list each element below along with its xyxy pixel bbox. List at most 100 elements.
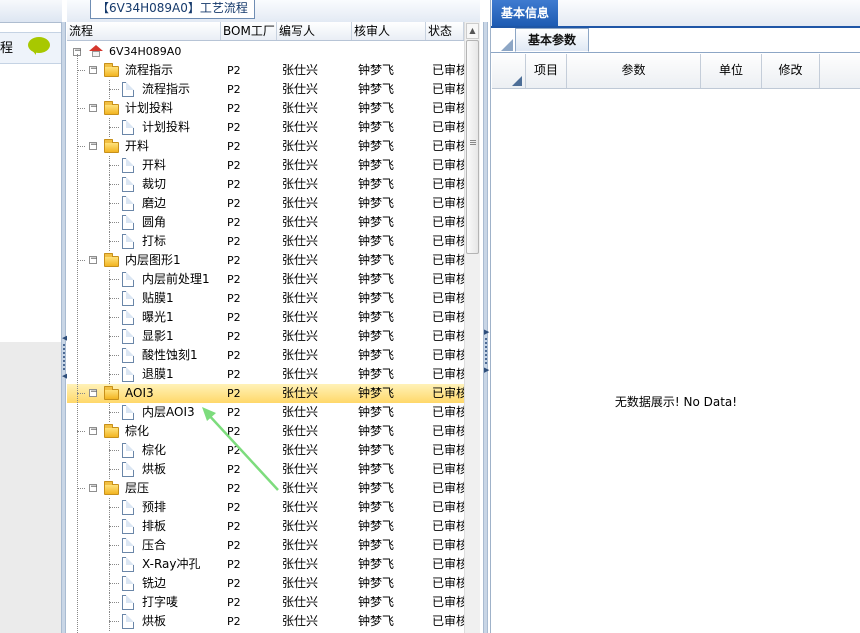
tree-node-label: 打字唛 [142, 595, 179, 609]
table-row[interactable]: 内层AOI3 P2 张仕兴 钟梦飞 已审核 [67, 403, 464, 422]
cell-bom-factory: P2 [227, 102, 241, 115]
process-panel-title[interactable]: 【6V34H089A0】工艺流程 [90, 0, 255, 19]
table-row[interactable]: 棕化 P2 张仕兴 钟梦飞 已审核 [67, 441, 464, 460]
cell-writer: 张仕兴 [282, 386, 319, 400]
chat-bubble-icon[interactable] [28, 37, 50, 55]
table-row[interactable]: 排板 P2 张仕兴 钟梦飞 已审核 [67, 517, 464, 536]
table-row[interactable]: X-Ray冲孔 P2 张仕兴 钟梦飞 已审核 [67, 555, 464, 574]
column-header-process[interactable]: 流程 [67, 22, 221, 40]
tab-basic-info[interactable]: 基本信息 [492, 0, 558, 26]
table-row[interactable]: 磨边 P2 张仕兴 钟梦飞 已审核 [67, 194, 464, 213]
tree-connector [77, 260, 85, 261]
table-row[interactable]: 曝光1 P2 张仕兴 钟梦飞 已审核 [67, 308, 464, 327]
table-row[interactable]: − 开料 P2 张仕兴 钟梦飞 已审核 [67, 137, 464, 156]
column-header-status[interactable]: 状态 [426, 22, 464, 40]
table-row[interactable]: 铣边 P2 张仕兴 钟梦飞 已审核 [67, 574, 464, 593]
tree-connector [109, 602, 119, 603]
table-row[interactable]: 预排 P2 张仕兴 钟梦飞 已审核 [67, 498, 464, 517]
column-header-item[interactable]: 项目 [526, 54, 567, 88]
tree-node-label: X-Ray冲孔 [142, 557, 201, 571]
cell-status: 已审核 [432, 443, 464, 457]
cell-reviewer: 钟梦飞 [358, 272, 395, 286]
tree-vertical-scrollbar[interactable]: ▲ [464, 22, 480, 633]
table-row[interactable]: 压合 P2 张仕兴 钟梦飞 已审核 [67, 536, 464, 555]
folder-icon [104, 101, 119, 115]
collapse-toggle-icon[interactable]: − [89, 388, 98, 397]
table-row[interactable]: 内层前处理1 P2 张仕兴 钟梦飞 已审核 [67, 270, 464, 289]
collapse-right-icon[interactable]: ▶ [484, 366, 489, 374]
cell-reviewer: 钟梦飞 [358, 405, 395, 419]
table-row[interactable]: 退膜1 P2 张仕兴 钟梦飞 已审核 [67, 365, 464, 384]
table-row[interactable]: 开料 P2 张仕兴 钟梦飞 已审核 [67, 156, 464, 175]
cell-reviewer: 钟梦飞 [358, 614, 395, 628]
table-row[interactable]: 打字唛 P2 张仕兴 钟梦飞 已审核 [67, 593, 464, 612]
collapse-toggle-icon[interactable]: − [89, 426, 98, 435]
column-header-bom-factory[interactable]: BOM工厂 [221, 22, 277, 40]
tree-node-label: 流程指示 [125, 63, 174, 77]
table-row[interactable]: − 层压 P2 张仕兴 钟梦飞 已审核 [67, 479, 464, 498]
table-row[interactable]: − 内层图形1 P2 张仕兴 钟梦飞 已审核 [67, 251, 464, 270]
column-header-writer[interactable]: 编写人 [277, 22, 352, 40]
cell-status: 已审核 [432, 272, 464, 286]
document-icon [122, 576, 134, 591]
column-header-reviewer[interactable]: 核审人 [352, 22, 426, 40]
table-row[interactable]: 计划投料 P2 张仕兴 钟梦飞 已审核 [67, 118, 464, 137]
cell-bom-factory: P2 [227, 463, 241, 476]
table-row[interactable]: 流程指示 P2 张仕兴 钟梦飞 已审核 [67, 80, 464, 99]
collapse-toggle-icon[interactable]: − [89, 141, 98, 150]
table-row[interactable]: 圆角 P2 张仕兴 钟梦飞 已审核 [67, 213, 464, 232]
cell-reviewer: 钟梦飞 [358, 101, 395, 115]
cell-writer: 张仕兴 [282, 481, 319, 495]
column-header-modify[interactable]: 修改 [762, 54, 820, 88]
cell-writer: 张仕兴 [282, 310, 319, 324]
splitter-grip-icon[interactable] [63, 344, 65, 370]
cell-bom-factory: P2 [227, 197, 241, 210]
tree-root-label: 6V34H089A0 [109, 45, 182, 58]
tree-node-label: 退膜1 [142, 367, 174, 381]
cell-reviewer: 钟梦飞 [358, 462, 395, 476]
tree-connector [109, 412, 119, 413]
tree-root-row[interactable]: −6V34H089A0 [67, 42, 464, 61]
table-row[interactable]: − 棕化 P2 张仕兴 钟梦飞 已审核 [67, 422, 464, 441]
table-row[interactable]: − 流程指示 P2 张仕兴 钟梦飞 已审核 [67, 61, 464, 80]
left-splitter[interactable]: ◀ ◀ [61, 22, 67, 633]
cell-status: 已审核 [432, 120, 464, 134]
table-row[interactable]: 烘板 P2 张仕兴 钟梦飞 已审核 [67, 612, 464, 631]
collapse-toggle-icon[interactable]: − [89, 483, 98, 492]
cell-bom-factory: P2 [227, 444, 241, 457]
cell-reviewer: 钟梦飞 [358, 557, 395, 571]
table-row[interactable]: 裁切 P2 张仕兴 钟梦飞 已审核 [67, 175, 464, 194]
table-row[interactable]: − AOI3 P2 张仕兴 钟梦飞 已审核 [67, 384, 464, 403]
splitter-grip-icon[interactable] [485, 338, 487, 364]
tab-basic-params[interactable]: 基本参数 [515, 28, 589, 52]
collapse-toggle-icon[interactable]: − [89, 65, 98, 74]
column-header-param[interactable]: 参数 [567, 54, 701, 88]
table-row[interactable]: 酸性蚀刻1 P2 张仕兴 钟梦飞 已审核 [67, 346, 464, 365]
column-header-unit[interactable]: 单位 [701, 54, 762, 88]
cell-reviewer: 钟梦飞 [358, 443, 395, 457]
tree-node-label: 内层图形1 [125, 253, 181, 267]
tree-connector [109, 450, 119, 451]
scrollbar-thumb[interactable] [466, 40, 479, 254]
table-row[interactable]: 烘板 P2 张仕兴 钟梦飞 已审核 [67, 460, 464, 479]
table-row[interactable]: 显影1 P2 张仕兴 钟梦飞 已审核 [67, 327, 464, 346]
document-icon [122, 215, 134, 230]
right-splitter[interactable]: ▶ ▶ [483, 22, 489, 633]
tree-node-label: 铣边 [142, 576, 167, 590]
folder-icon [104, 63, 119, 77]
table-row[interactable]: 打标 P2 张仕兴 钟梦飞 已审核 [67, 232, 464, 251]
table-row[interactable]: − 计划投料 P2 张仕兴 钟梦飞 已审核 [67, 99, 464, 118]
cell-writer: 张仕兴 [282, 158, 319, 172]
cell-bom-factory: P2 [227, 235, 241, 248]
collapse-right-icon[interactable]: ▶ [484, 328, 489, 336]
cell-writer: 张仕兴 [282, 424, 319, 438]
cell-status: 已审核 [432, 576, 464, 590]
home-icon [89, 45, 103, 57]
collapse-toggle-icon[interactable]: − [89, 255, 98, 264]
cell-writer: 张仕兴 [282, 557, 319, 571]
scroll-up-icon[interactable]: ▲ [466, 23, 479, 39]
document-icon [122, 443, 134, 458]
tree-node-label: 酸性蚀刻1 [142, 348, 198, 362]
table-row[interactable]: 贴膜1 P2 张仕兴 钟梦飞 已审核 [67, 289, 464, 308]
collapse-toggle-icon[interactable]: − [89, 103, 98, 112]
